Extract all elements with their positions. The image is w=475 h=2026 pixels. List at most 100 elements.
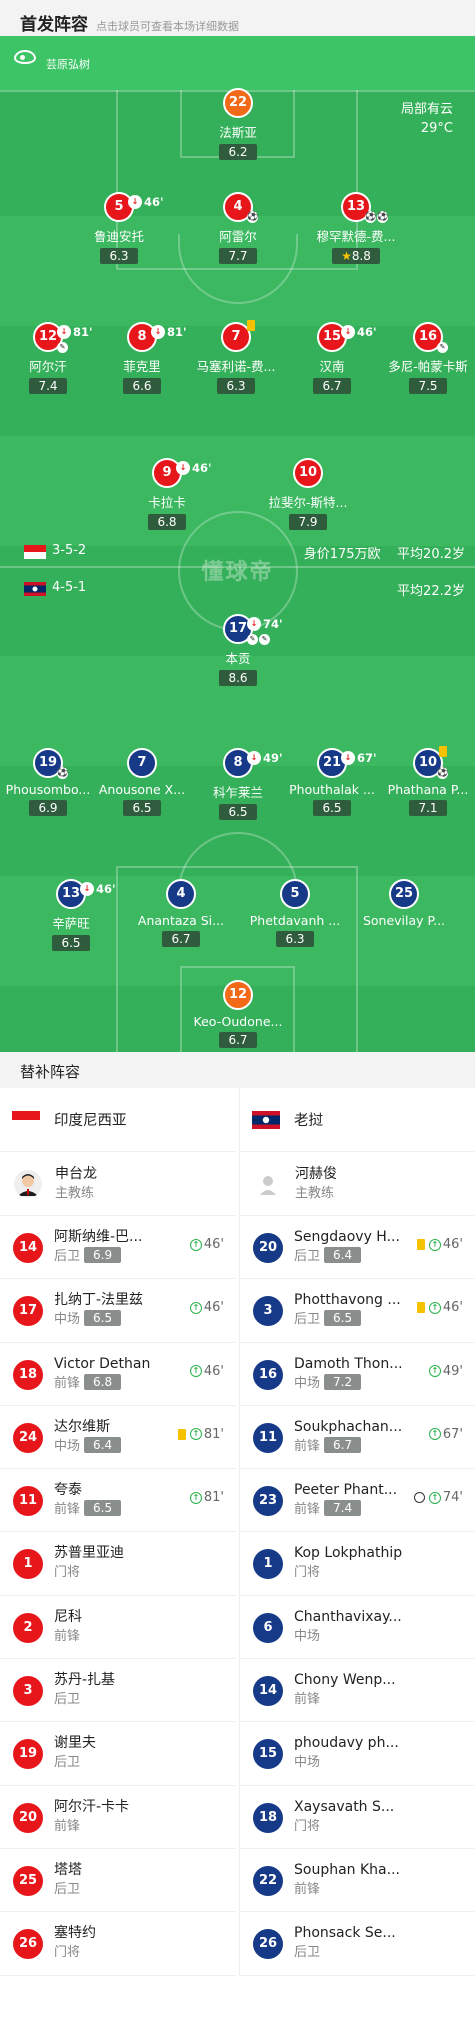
home-sub-row[interactable]: 19 谢里夫 后卫 [0, 1722, 236, 1786]
home-sub-row[interactable]: 26 塞特约 门将 [0, 1912, 236, 1976]
away-sub-row[interactable]: 20 Sengdaovy H... 后卫 6.4 ↑ 46' [240, 1216, 475, 1280]
away-player-4[interactable]: 4 Anantaza Si... 6.7 [125, 879, 237, 947]
home-player-22[interactable]: 22 法斯亚 6.2 [182, 88, 294, 160]
home-sub-row[interactable]: 14 阿斯纳维-巴... 后卫 6.9 ↑ 46' [0, 1216, 236, 1280]
player-position: 前锋 [294, 1881, 321, 1897]
player-info: Souphan Kha... 前锋 [294, 1861, 400, 1899]
home-player-10[interactable]: 10 拉斐尔-斯特... 7.9 [252, 458, 364, 530]
whistle-icon [14, 50, 36, 64]
sub-in-arrow-icon: ↑ [189, 1428, 202, 1441]
away-sub-row[interactable]: 26 Phonsack Se... 后卫 [240, 1912, 475, 1976]
player-position: 门将 [54, 1565, 81, 1581]
player-info: 扎纳丁-法里兹 中场 6.5 [54, 1291, 143, 1329]
player-number: 8 [233, 755, 243, 770]
player-number: 3 [13, 1676, 43, 1707]
coach-role: 主教练 [295, 1185, 335, 1201]
away-player-25[interactable]: 25 Sonevilay P... [348, 879, 460, 928]
away-sub-row[interactable]: 23 Peeter Phant... 前锋 7.4 ↑ 74' [240, 1469, 475, 1533]
player-position-line: 中场 6.5 [54, 1310, 143, 1329]
home-player-5[interactable]: 5 ↓ 46' 鲁迪安托 6.3 [63, 192, 175, 264]
player-name: Chony Wenp... [294, 1672, 396, 1689]
player-number: 26 [253, 1929, 283, 1960]
away-player-10[interactable]: 10 ⚽ Phathana P... 7.1 [372, 746, 475, 816]
away-sub-row[interactable]: 14 Chony Wenp... 前锋 [240, 1659, 475, 1723]
player-position-line: 中场 [294, 1753, 399, 1772]
player-position: 前锋 [54, 1502, 81, 1518]
player-position-line: 前锋 [54, 1817, 129, 1836]
home-sub-row[interactable]: 20 阿尔汗-卡卡 前锋 [0, 1786, 236, 1849]
laos-flag-icon [252, 1110, 280, 1129]
away-player-12[interactable]: 12 Keo-Oudone... 6.7 [182, 980, 294, 1048]
sub-in-arrow-icon: ↑ [428, 1491, 441, 1504]
player-name: Sonevilay P... [362, 913, 446, 928]
sub-time: ↑ 46' [189, 1300, 224, 1315]
player-rating: 6.5 [84, 1500, 122, 1517]
player-name: 阿斯纳维-巴... [54, 1229, 143, 1245]
goal-ball-icon: ⚽ [377, 212, 389, 223]
player-number: 19 [13, 1739, 43, 1770]
player-name: 夸泰 [54, 1482, 82, 1499]
away-sub-row[interactable]: 15 phoudavy ph... 中场 [240, 1722, 475, 1786]
weather-info: 局部有云 29°C [401, 100, 453, 138]
goal-ball-icon: ⚽ [365, 212, 377, 223]
away-team-name: 老挝 [294, 1113, 323, 1129]
home-sub-row[interactable]: 18 Victor Dethan 前锋 6.8 ↑ 46' [0, 1343, 236, 1406]
player-rating: 7.9 [289, 514, 327, 530]
coach-role: 主教练 [55, 1185, 95, 1201]
sub-minute: 46' [144, 195, 164, 209]
sub-out-icon: ↓ [341, 325, 355, 339]
away-sub-row[interactable]: 18 Xaysavath S... 门将 [240, 1786, 475, 1849]
home-sub-row[interactable]: 1 苏普里亚迪 门将 [0, 1532, 236, 1596]
home-sub-row[interactable]: 25 塔塔 后卫 [0, 1849, 236, 1913]
home-player-4[interactable]: 4 ⚽ 阿雷尔 7.7 [182, 192, 294, 264]
home-sub-row[interactable]: 24 达尔维斯 中场 6.4 ↑ 81' [0, 1406, 236, 1470]
home-coach-row[interactable]: 申台龙 主教练 [0, 1152, 236, 1216]
home-sub-row[interactable]: 3 苏丹-扎基 后卫 [0, 1659, 236, 1723]
player-position: 门将 [294, 1565, 321, 1581]
sub-minute: 46' [203, 1237, 224, 1252]
assist-icon: ✎ [57, 342, 68, 353]
away-player-5[interactable]: 5 Phetdavanh ... 6.3 [239, 879, 351, 947]
player-position: 中场 [54, 1438, 81, 1454]
away-player-17[interactable]: 17 ↓ 74' ✎ ✎ 本贡 8.6 [182, 614, 294, 686]
player-number: 16 [253, 1359, 283, 1390]
player-rating: 7.5 [409, 378, 447, 394]
player-rating: 6.7 [313, 378, 351, 394]
home-player-9[interactable]: 9 ↓ 46' 卡拉卡 6.8 [111, 458, 223, 530]
home-sub-row[interactable]: 17 扎纳丁-法里兹 中场 6.5 ↑ 46' [0, 1279, 236, 1343]
star-icon: ★ [341, 249, 352, 263]
away-sub-row[interactable]: 11 Soukphachan... 前锋 6.7 ↑ 67' [240, 1406, 475, 1470]
player-name: Phonsack Se... [294, 1925, 396, 1942]
away-avg-age: 平均22.2岁 [397, 584, 465, 599]
player-position: 后卫 [294, 1312, 321, 1328]
home-sub-row[interactable]: 2 尼科 前锋 [0, 1596, 236, 1660]
sub-out-icon: ↓ [247, 617, 261, 631]
player-position: 门将 [54, 1945, 81, 1961]
player-name: 扎纳丁-法里兹 [54, 1292, 144, 1309]
player-name: Soukphachan... [294, 1418, 403, 1435]
away-coach-row[interactable]: 河赫俊 主教练 [240, 1152, 475, 1216]
player-number: 11 [253, 1422, 283, 1453]
sub-out-icon: ↓ [151, 325, 165, 339]
player-number: 23 [253, 1486, 283, 1517]
sub-in-arrow-icon: ↑ [189, 1365, 202, 1378]
home-player-16[interactable]: 16 ✎ 多尼-帕蒙卡斯 7.5 [372, 322, 475, 394]
yellow-card-icon [416, 1302, 425, 1314]
away-sub-row[interactable]: 16 Damoth Thon... 中场 7.2 ↑ 49' [240, 1343, 475, 1406]
away-player-13[interactable]: 13 ↓ 46' 辛萨旺 6.5 [15, 879, 127, 951]
sub-out-icon: ↓ [57, 325, 71, 339]
sub-time: ↑ 46' [189, 1237, 224, 1252]
sub-minute: 46' [442, 1237, 463, 1252]
assist-icon: ✎ [259, 634, 270, 645]
player-position: 中场 [294, 1628, 321, 1644]
yellow-card-icon [416, 1239, 425, 1250]
home-sub-row[interactable]: 11 夸泰 前锋 6.5 ↑ 81' [0, 1469, 236, 1533]
player-name: phoudavy ph... [294, 1735, 399, 1752]
away-sub-row[interactable]: 22 Souphan Kha... 前锋 [240, 1849, 475, 1913]
away-sub-row[interactable]: 3 Photthavong ... 后卫 6.5 ↑ 46' [240, 1279, 475, 1343]
away-sub-row[interactable]: 6 Chanthavixay... 中场 [240, 1596, 475, 1660]
home-player-13[interactable]: 13 ⚽ ⚽ 穆罕默德-费... ★8.8 [300, 192, 412, 264]
away-sub-row[interactable]: 1 Kop Lokphathip 门将 [240, 1532, 475, 1596]
referee-name: 芸原弘树 [46, 58, 90, 71]
player-number: 9 [162, 465, 172, 480]
